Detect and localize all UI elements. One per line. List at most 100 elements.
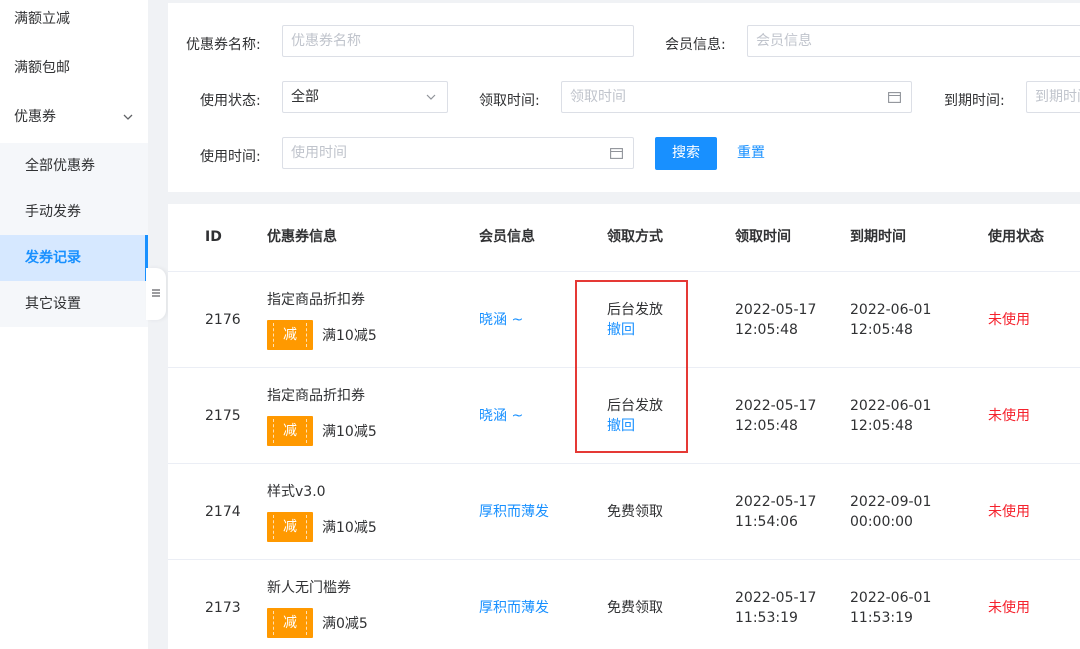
status-badge: 未使用	[988, 600, 1030, 616]
sidebar-item-label: 优惠券	[14, 109, 56, 125]
reset-button[interactable]: 重置	[737, 137, 765, 170]
use-status-label: 使用状态:	[200, 93, 261, 109]
expire-date: 2022-06-01	[850, 398, 932, 414]
sidebar-item-label: 发券记录	[25, 250, 81, 266]
member-link[interactable]: 晓涵 ~	[479, 310, 523, 330]
member-link[interactable]: 厚积而薄发	[479, 598, 549, 618]
member-info-label: 会员信息:	[665, 37, 726, 53]
expire-time: 2022-06-01 11:53:19	[850, 588, 931, 628]
menu-icon	[151, 286, 161, 302]
receive-time: 2022-05-17 11:54:06	[735, 492, 816, 532]
receive-clock: 11:53:19	[735, 610, 798, 626]
receive-method-cell: 后台发放 撤回	[607, 396, 663, 436]
receive-method-cell: 后台发放 撤回	[607, 300, 663, 340]
sidebar-item-manual-issue[interactable]: 手动发券	[0, 189, 148, 235]
use-time-label: 使用时间:	[200, 149, 261, 165]
sidebar: 满额立减 满额包邮 优惠券 全部优惠券 手动发券 发券记录 其它设置	[0, 0, 148, 649]
coupon-rule: 满10减5	[322, 424, 377, 440]
sidebar-collapse-toggle[interactable]	[146, 268, 166, 320]
sidebar-item-label: 手动发券	[25, 204, 81, 220]
receive-time: 2022-05-17 12:05:48	[735, 300, 816, 340]
status-badge: 未使用	[988, 312, 1030, 328]
records-table: ID 优惠券信息 会员信息 领取方式 领取时间 到期时间 使用状态 2176 指…	[168, 204, 1080, 649]
use-status-select[interactable]: 全部	[282, 81, 448, 113]
column-header-id: ID	[205, 229, 222, 245]
expire-time-picker[interactable]: 到期时间	[1026, 81, 1080, 113]
coupon-badge: 减	[267, 416, 313, 446]
expire-date: 2022-09-01	[850, 494, 932, 510]
column-header-receive-time: 领取时间	[735, 229, 791, 245]
filter-panel: 优惠券名称: 会员信息: 使用状态: 全部 领取时间: 领取时间 到期时间: 到…	[168, 3, 1080, 192]
receive-clock: 11:54:06	[735, 514, 798, 530]
receive-method: 免费领取	[607, 600, 663, 616]
sidebar-item-other-settings[interactable]: 其它设置	[0, 281, 148, 327]
column-header-use-status: 使用状态	[988, 229, 1044, 245]
receive-method: 后台发放	[607, 302, 663, 318]
receive-date: 2022-05-17	[735, 590, 817, 606]
coupon-name: 指定商品折扣券	[267, 388, 365, 404]
expire-date: 2022-06-01	[850, 590, 932, 606]
receive-time-picker[interactable]: 领取时间	[561, 81, 912, 113]
receive-time-placeholder: 领取时间	[570, 89, 626, 105]
coupon-rule: 满10减5	[322, 520, 377, 536]
sidebar-item-full-reduction[interactable]: 满额立减	[0, 0, 148, 42]
table-row: 2176 指定商品折扣券 减 满10减5 晓涵 ~ 后台发放 撤回 2022-0…	[168, 271, 1080, 367]
receive-time-label: 领取时间:	[479, 93, 540, 109]
coupon-name: 指定商品折扣券	[267, 292, 365, 308]
receive-time: 2022-05-17 12:05:48	[735, 396, 816, 436]
column-header-member-info: 会员信息	[479, 229, 535, 245]
table-row: 2175 指定商品折扣券 减 满10减5 晓涵 ~ 后台发放 撤回 2022-0…	[168, 367, 1080, 463]
receive-method: 后台发放	[607, 398, 663, 414]
coupon-name: 样式v3.0	[267, 484, 326, 500]
expire-time-placeholder: 到期时间	[1035, 89, 1080, 105]
expire-clock: 11:53:19	[850, 610, 913, 626]
sidebar-item-free-shipping[interactable]: 满额包邮	[0, 45, 148, 91]
expire-time: 2022-09-01 00:00:00	[850, 492, 931, 532]
calendar-icon	[610, 138, 623, 168]
expire-time-label: 到期时间:	[944, 93, 1005, 109]
member-info-input[interactable]	[747, 25, 1080, 57]
row-id: 2176	[205, 312, 241, 328]
sidebar-item-coupons[interactable]: 优惠券	[0, 94, 148, 140]
coupon-badge: 减	[267, 608, 313, 638]
sidebar-item-label: 满额立减	[14, 11, 70, 27]
status-badge: 未使用	[988, 504, 1030, 520]
recall-link[interactable]: 撤回	[607, 416, 663, 436]
receive-clock: 12:05:48	[735, 418, 798, 434]
expire-clock: 00:00:00	[850, 514, 913, 530]
sidebar-item-label: 全部优惠券	[25, 158, 95, 174]
expire-clock: 12:05:48	[850, 322, 913, 338]
use-time-picker[interactable]: 使用时间	[282, 137, 634, 169]
column-header-expire-time: 到期时间	[850, 229, 906, 245]
sidebar-item-label: 满额包邮	[14, 60, 70, 76]
coupon-name-input[interactable]	[282, 25, 634, 57]
expire-time: 2022-06-01 12:05:48	[850, 396, 931, 436]
expire-time: 2022-06-01 12:05:48	[850, 300, 931, 340]
coupon-name: 新人无门槛券	[267, 580, 351, 596]
sidebar-item-issue-records[interactable]: 发券记录	[0, 235, 148, 281]
recall-link[interactable]: 撤回	[607, 320, 663, 340]
table-row: 2173 新人无门槛券 减 满0减5 厚积而薄发 免费领取 2022-05-17…	[168, 559, 1080, 649]
chevron-down-icon	[425, 82, 437, 112]
status-badge: 未使用	[988, 408, 1030, 424]
receive-time: 2022-05-17 11:53:19	[735, 588, 816, 628]
coupon-rule: 满10减5	[322, 328, 377, 344]
member-link[interactable]: 晓涵 ~	[479, 406, 523, 426]
receive-clock: 12:05:48	[735, 322, 798, 338]
search-button[interactable]: 搜索	[655, 137, 717, 170]
table-row: 2174 样式v3.0 减 满10减5 厚积而薄发 免费领取 2022-05-1…	[168, 463, 1080, 559]
coupon-badge: 减	[267, 320, 313, 350]
coupon-name-field[interactable]	[291, 26, 633, 56]
member-link[interactable]: 厚积而薄发	[479, 502, 549, 522]
expire-date: 2022-06-01	[850, 302, 932, 318]
column-header-receive-method: 领取方式	[607, 229, 663, 245]
row-id: 2174	[205, 504, 241, 520]
chevron-down-icon	[122, 94, 134, 140]
sidebar-item-label: 其它设置	[25, 296, 81, 312]
coupon-rule: 满0减5	[322, 616, 368, 632]
receive-date: 2022-05-17	[735, 302, 817, 318]
sidebar-item-all-coupons[interactable]: 全部优惠券	[0, 143, 148, 189]
receive-date: 2022-05-17	[735, 494, 817, 510]
member-info-field[interactable]	[756, 26, 1080, 56]
row-id: 2175	[205, 408, 241, 424]
